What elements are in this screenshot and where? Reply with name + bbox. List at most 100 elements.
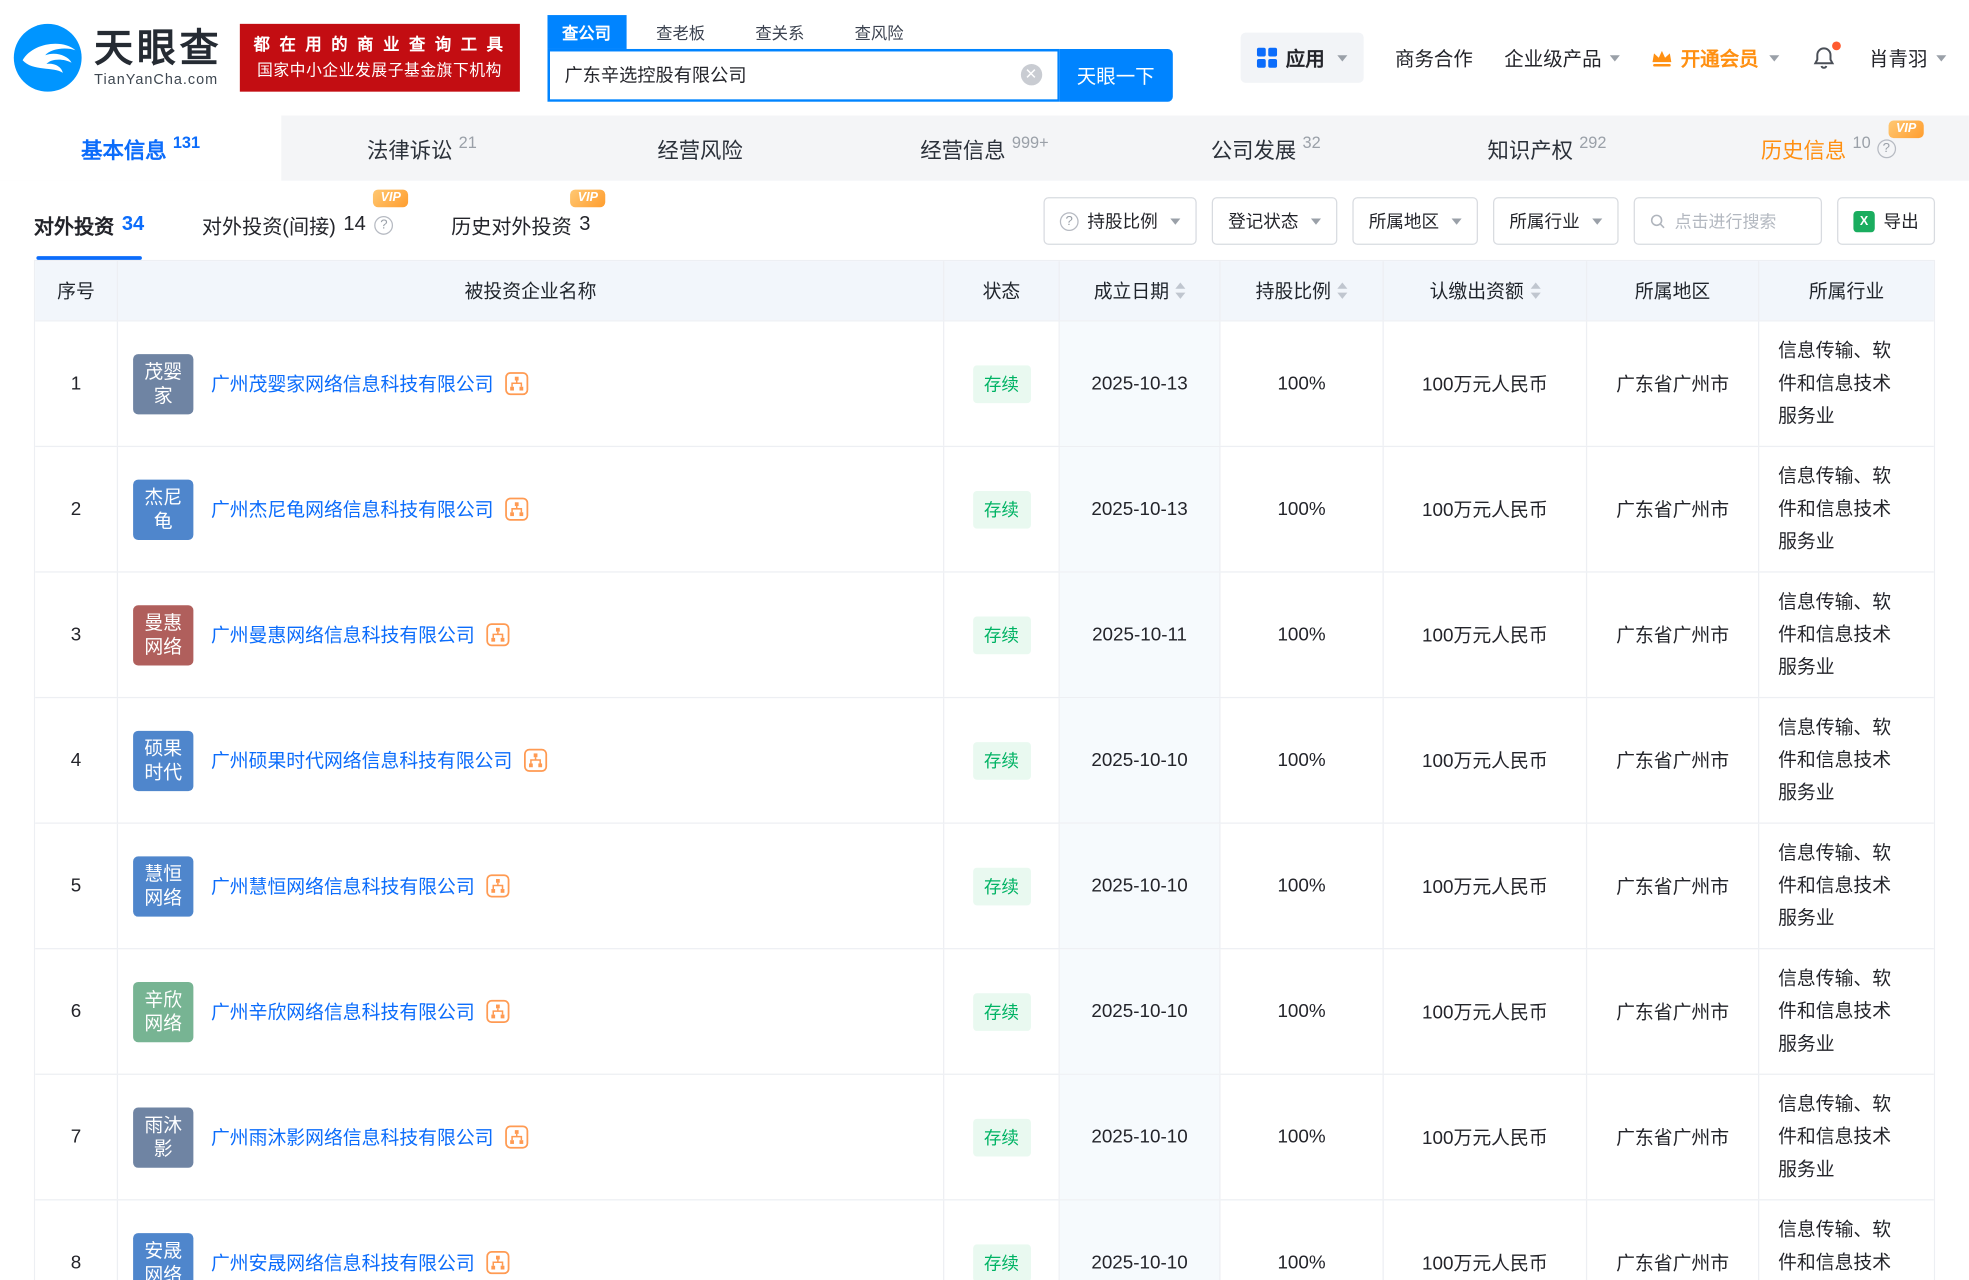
establish-date: 2025-10-11 xyxy=(1060,573,1221,697)
notification-dot xyxy=(1833,41,1842,50)
help-icon[interactable]: ? xyxy=(375,215,394,234)
company-name-link[interactable]: 广州辛欣网络信息科技有限公司 xyxy=(211,998,475,1024)
search-tab-risk[interactable]: 查风险 xyxy=(840,14,919,48)
company-cell: 安晟网络 广州安晟网络信息科技有限公司 xyxy=(118,1200,944,1280)
subtab-outbound-investment[interactable]: 对外投资 34 xyxy=(34,210,144,260)
col-establish-date[interactable]: 成立日期 xyxy=(1060,261,1221,320)
subtab-history-investment[interactable]: VIP 历史对外投资 3 xyxy=(451,210,590,260)
chevron-down-icon xyxy=(1170,218,1180,224)
equity-structure-icon[interactable] xyxy=(505,497,529,521)
col-holding-ratio[interactable]: 持股比例 xyxy=(1221,261,1384,320)
company-name-link[interactable]: 广州硕果时代网络信息科技有限公司 xyxy=(211,747,512,773)
brand-domain: TianYanCha.com xyxy=(94,73,222,88)
industry: 信息传输、软件和信息技术服务业 xyxy=(1778,460,1901,558)
company-avatar[interactable]: 曼惠网络 xyxy=(133,605,193,665)
tianyancha-logo[interactable]: 天眼查 TianYanCha.com xyxy=(13,23,223,93)
company-name-link[interactable]: 广州茂婴家网络信息科技有限公司 xyxy=(211,370,494,396)
user-menu[interactable]: 肖青羽 xyxy=(1869,44,1946,72)
status-badge: 存续 xyxy=(973,490,1031,528)
company-name-link[interactable]: 广州雨沐影网络信息科技有限公司 xyxy=(211,1124,494,1150)
filter-search-box[interactable] xyxy=(1634,197,1822,245)
sort-icon[interactable] xyxy=(1337,283,1347,299)
tab-legal-proceedings[interactable]: 法律诉讼 21 xyxy=(281,116,562,181)
holding-ratio: 100% xyxy=(1221,1075,1384,1199)
equity-structure-icon[interactable] xyxy=(486,1251,510,1275)
table-row: 1 茂婴家 广州茂婴家网络信息科技有限公司 存续 2025-10-13 100%… xyxy=(35,320,1934,446)
business-cooperation-link[interactable]: 商务合作 xyxy=(1395,44,1473,72)
subtab-bar: 对外投资 34 VIP 对外投资(间接) 14 ? VIP 历史对外投资 3 ?… xyxy=(0,181,1969,260)
equity-structure-icon[interactable] xyxy=(505,1125,529,1149)
col-company-name: 被投资企业名称 xyxy=(118,261,944,320)
industry-cell: 信息传输、软件和信息技术服务业 xyxy=(1759,573,1934,697)
tab-intellectual-property[interactable]: 知识产权 292 xyxy=(1406,116,1687,181)
search-tab-relation[interactable]: 查关系 xyxy=(740,14,819,48)
filter-holding-ratio[interactable]: ? 持股比例 xyxy=(1043,197,1196,245)
chevron-down-icon xyxy=(1337,55,1347,61)
equity-structure-icon[interactable] xyxy=(486,623,510,647)
filter-region[interactable]: 所属地区 xyxy=(1352,197,1478,245)
company-name-link[interactable]: 广州曼惠网络信息科技有限公司 xyxy=(211,622,475,648)
company-avatar[interactable]: 杰尼龟 xyxy=(133,479,193,539)
table-row: 5 慧恒网络 广州慧恒网络信息科技有限公司 存续 2025-10-10 100%… xyxy=(35,822,1934,948)
apps-label: 应用 xyxy=(1286,44,1325,72)
sort-icon[interactable] xyxy=(1175,283,1185,299)
equity-structure-icon[interactable] xyxy=(486,1000,510,1024)
search-icon xyxy=(1650,212,1666,231)
company-avatar[interactable]: 辛欣网络 xyxy=(133,981,193,1041)
tab-business-info[interactable]: 经营信息 999+ xyxy=(844,116,1125,181)
tab-operating-risk[interactable]: 经营风险 xyxy=(563,116,844,181)
company-avatar[interactable]: 安晟网络 xyxy=(133,1232,193,1280)
search-tab-company[interactable]: 查公司 xyxy=(547,14,626,48)
col-subscribed-capital[interactable]: 认缴出资额 xyxy=(1384,261,1587,320)
open-vip-link[interactable]: 开通会员 xyxy=(1652,44,1780,72)
table-row: 4 硕果时代 广州硕果时代网络信息科技有限公司 存续 2025-10-10 10… xyxy=(35,697,1934,823)
company-name-link[interactable]: 广州安晟网络信息科技有限公司 xyxy=(211,1249,475,1275)
company-avatar[interactable]: 雨沐影 xyxy=(133,1107,193,1167)
clear-search-icon[interactable]: ✕ xyxy=(1020,64,1041,85)
help-icon[interactable]: ? xyxy=(1877,139,1896,158)
equity-structure-icon[interactable] xyxy=(486,874,510,898)
industry-cell: 信息传输、软件和信息技术服务业 xyxy=(1759,1075,1934,1199)
establish-date: 2025-10-10 xyxy=(1060,1200,1221,1280)
tab-company-development[interactable]: 公司发展 32 xyxy=(1125,116,1406,181)
search-input[interactable] xyxy=(549,51,1056,99)
enterprise-products-link[interactable]: 企业级产品 xyxy=(1504,44,1620,72)
company-avatar[interactable]: 茂婴家 xyxy=(133,353,193,413)
promo-banner: 都 在 用 的 商 业 查 询 工 具 国家中小企业发展子基金旗下机构 xyxy=(240,24,519,92)
vip-badge: VIP xyxy=(1888,121,1923,139)
equity-structure-icon[interactable] xyxy=(524,748,548,772)
status-badge: 存续 xyxy=(973,867,1031,905)
equity-structure-icon[interactable] xyxy=(505,372,529,396)
apps-button[interactable]: 应用 xyxy=(1241,33,1364,83)
status-cell: 存续 xyxy=(944,949,1060,1073)
table-row: 7 雨沐影 广州雨沐影网络信息科技有限公司 存续 2025-10-10 100%… xyxy=(35,1074,1934,1200)
table-search-input[interactable] xyxy=(1675,212,1806,231)
industry-cell: 信息传输、软件和信息技术服务业 xyxy=(1759,824,1934,948)
company-name-link[interactable]: 广州杰尼龟网络信息科技有限公司 xyxy=(211,496,494,522)
tab-history-info[interactable]: VIP 历史信息 10 ? xyxy=(1688,116,1969,181)
search-button[interactable]: 天眼一下 xyxy=(1059,48,1172,101)
tianyancha-logo-icon xyxy=(13,23,83,93)
subtab-indirect-investment[interactable]: VIP 对外投资(间接) 14 ? xyxy=(202,210,393,260)
tab-basic-info[interactable]: 基本信息 131 xyxy=(0,116,281,181)
company-cell: 茂婴家 广州茂婴家网络信息科技有限公司 xyxy=(118,321,944,445)
status-badge: 存续 xyxy=(973,1244,1031,1280)
export-button[interactable]: X 导出 xyxy=(1837,197,1935,245)
company-cell: 雨沐影 广州雨沐影网络信息科技有限公司 xyxy=(118,1075,944,1199)
establish-date: 2025-10-10 xyxy=(1060,698,1221,822)
sort-icon[interactable] xyxy=(1530,283,1540,299)
notification-bell[interactable] xyxy=(1811,44,1837,72)
industry: 信息传输、软件和信息技术服务业 xyxy=(1778,1214,1901,1280)
search-tab-boss[interactable]: 查老板 xyxy=(641,14,720,48)
company-name-link[interactable]: 广州慧恒网络信息科技有限公司 xyxy=(211,873,475,899)
filter-registration-status[interactable]: 登记状态 xyxy=(1212,197,1338,245)
company-avatar[interactable]: 硕果时代 xyxy=(133,730,193,790)
holding-ratio: 100% xyxy=(1221,1200,1384,1280)
company-nav-tabs: 基本信息 131 法律诉讼 21 经营风险 经营信息 999+ 公司发展 32 … xyxy=(0,116,1969,181)
crown-icon xyxy=(1652,48,1673,67)
filter-industry[interactable]: 所属行业 xyxy=(1493,197,1619,245)
company-avatar[interactable]: 慧恒网络 xyxy=(133,856,193,916)
apps-grid-icon xyxy=(1257,48,1277,68)
subscribed-capital: 100万元人民币 xyxy=(1384,824,1587,948)
status-cell: 存续 xyxy=(944,698,1060,822)
